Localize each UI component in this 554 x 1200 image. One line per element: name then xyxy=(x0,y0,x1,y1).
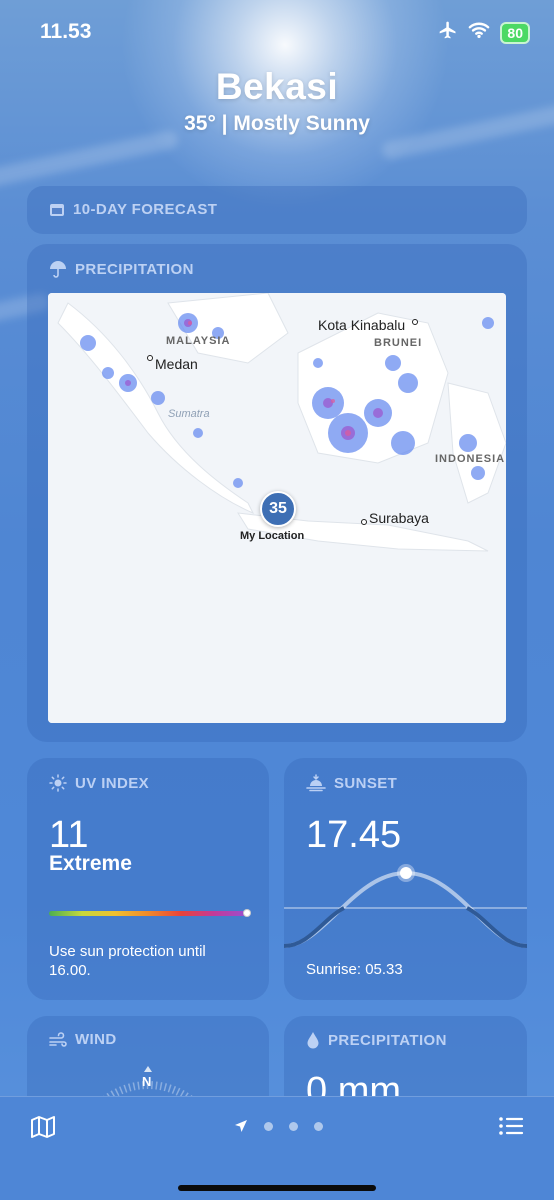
map-label-sumatra: Sumatra xyxy=(168,408,210,420)
forecast-card[interactable]: 10-DAY FORECAST xyxy=(27,186,527,234)
sunset-card[interactable]: SUNSET 17.45 Sunrise: 05.33 xyxy=(284,758,527,1000)
uv-index-value: 11 xyxy=(49,814,89,856)
city-name: Bekasi xyxy=(215,66,339,107)
uv-index-card[interactable]: UV INDEX 11 Extreme Use sun protection u… xyxy=(27,758,269,1000)
location-arrow-icon xyxy=(235,1120,247,1132)
city-dot xyxy=(147,355,153,361)
location-header: Bekasi 35° | Mostly Sunny xyxy=(0,66,554,136)
sun-path-night xyxy=(466,906,527,948)
cloud-streak xyxy=(0,129,180,189)
airplane-icon xyxy=(438,20,458,45)
uv-index-level: Extreme xyxy=(49,852,132,875)
sun-path-night xyxy=(284,906,345,948)
map-label-malaysia: MALAYSIA xyxy=(166,335,231,347)
calendar-icon xyxy=(50,203,64,216)
precipitation-map-card[interactable]: PRECIPITATION MALAYSIA Kota Kinabalu BRU… xyxy=(27,244,527,742)
compass-north-label: N xyxy=(142,1074,152,1089)
home-indicator xyxy=(178,1185,376,1191)
sunset-icon xyxy=(306,774,326,792)
map-label-surabaya: Surabaya xyxy=(369,510,429,526)
battery-charging-icon: 80 xyxy=(500,21,530,44)
map-icon xyxy=(31,1116,55,1138)
sunset-time: 17.45 xyxy=(306,814,402,856)
uv-index-marker xyxy=(243,909,251,917)
forecast-card-title: 10-DAY FORECAST xyxy=(49,201,217,218)
sun-path-day xyxy=(284,870,527,948)
wind-title: WIND xyxy=(49,1031,117,1048)
drop-icon xyxy=(307,1032,319,1049)
sun-path-graph xyxy=(284,864,527,948)
precipitation-title: PRECIPITATION xyxy=(306,1031,447,1049)
page-dot[interactable] xyxy=(314,1121,323,1131)
city-dot xyxy=(412,319,418,325)
map-label-brunei: BRUNEI xyxy=(374,337,423,349)
forecast-title: 10-DAY FORECAST xyxy=(73,201,218,218)
status-icons: 80 xyxy=(438,20,530,45)
sun-position-marker xyxy=(400,867,412,879)
city-dot xyxy=(361,519,367,525)
sun-icon xyxy=(49,774,67,792)
precipitation-map[interactable]: MALAYSIA Kota Kinabalu BRUNEI Medan Suma… xyxy=(48,293,506,723)
page-dot[interactable] xyxy=(264,1121,273,1131)
list-icon xyxy=(499,1117,524,1135)
page-dot[interactable] xyxy=(289,1121,298,1131)
sunset-title: SUNSET xyxy=(306,774,397,792)
map-label-indonesia: INDONESIA xyxy=(435,453,506,465)
temperature-summary: 35° | Mostly Sunny xyxy=(184,112,370,135)
my-location-pin[interactable]: 35 xyxy=(260,491,296,527)
wind-icon xyxy=(49,1031,67,1047)
uv-index-advice: Use sun protection until 16.00. xyxy=(49,943,206,979)
map-label-medan: Medan xyxy=(155,356,198,372)
umbrella-icon xyxy=(50,261,66,278)
status-time: 11.53 xyxy=(40,20,92,43)
uv-index-title: UV INDEX xyxy=(49,774,149,792)
sunrise-time: Sunrise: 05.33 xyxy=(306,961,403,978)
location-list-button[interactable] xyxy=(498,1115,524,1142)
page-indicator[interactable] xyxy=(234,1119,323,1133)
precipitation-map-title: PRECIPITATION xyxy=(49,260,194,278)
uv-index-scale xyxy=(49,911,247,916)
status-bar: 11.53 80 xyxy=(0,0,554,64)
map-button[interactable] xyxy=(30,1115,56,1144)
wifi-icon xyxy=(468,21,490,44)
bottom-toolbar xyxy=(0,1096,554,1200)
my-location-label: My Location xyxy=(240,530,305,542)
map-label-kota-kinabalu: Kota Kinabalu xyxy=(318,317,406,333)
